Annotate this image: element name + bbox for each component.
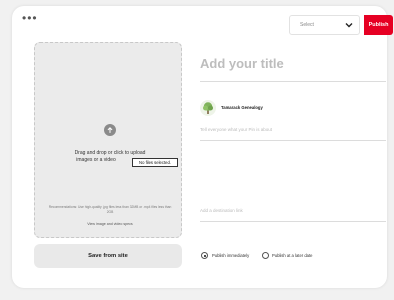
board-select-value: Select <box>300 22 314 28</box>
upload-recommendation: Recommendations: Use high-quality .jpg f… <box>48 205 172 214</box>
destination-link-input[interactable]: Add a destination link <box>200 208 386 222</box>
tree-logo-icon <box>203 102 213 114</box>
publish-button[interactable]: Publish <box>364 15 393 35</box>
publish-later-label: Publish at a later date <box>272 253 313 258</box>
account-name: Tamarack Genealogy <box>221 105 263 110</box>
publish-immediately-radio[interactable] <box>201 252 208 259</box>
publish-immediately-label: Publish immediately <box>212 253 250 258</box>
upload-arrow-icon <box>104 124 116 136</box>
chevron-down-icon <box>345 23 353 28</box>
upload-instruction-line1: Drag and drop or click to upload <box>74 150 146 156</box>
title-input[interactable]: Add your title <box>200 56 386 82</box>
specs-link[interactable]: View image and video specs <box>50 222 170 226</box>
board-select-dropdown[interactable]: Select <box>289 15 360 35</box>
more-options-button[interactable]: ••• <box>22 12 38 24</box>
publish-later-radio[interactable] <box>262 252 269 259</box>
save-from-site-button[interactable]: Save from site <box>34 244 182 268</box>
description-input[interactable]: Tell everyone what your Pin is about <box>200 127 386 141</box>
file-input[interactable]: No files selected. <box>132 158 178 167</box>
avatar <box>200 100 216 116</box>
